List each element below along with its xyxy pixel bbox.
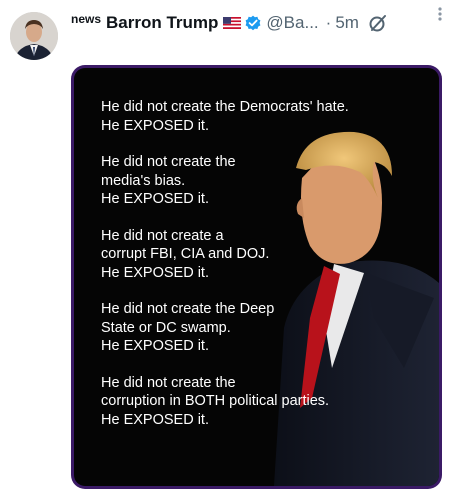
quote-line: He did not create the Deep [101, 301, 275, 317]
author-label: news [71, 12, 102, 26]
quote-line: He EXPOSED it. [101, 117, 209, 134]
quote-line: corruption in BOTH political parties. [101, 393, 330, 409]
quote-paragraph: He did not create the corruption in BOTH… [101, 374, 401, 430]
quote-line: He did not create the Democrats' hate. [101, 99, 349, 115]
quote-line: He EXPOSED it. [101, 411, 209, 428]
quote-line: State or DC swamp. [101, 319, 231, 336]
post-time[interactable]: 5m [335, 13, 359, 33]
quote-paragraph: He did not create the media's bias. He E… [101, 153, 401, 209]
quote-line: corrupt FBI, CIA and DOJ. [101, 246, 270, 262]
quote-paragraph: He did not create the Democrats' hate. H… [101, 98, 401, 135]
quote-text: He did not create the Democrats' hate. H… [101, 98, 401, 447]
quote-paragraph: He did not create the Deep State or DC s… [101, 300, 401, 356]
more-options-icon[interactable] [432, 4, 448, 24]
quote-line: He did not create the [101, 154, 236, 170]
quote-line: He EXPOSED it. [101, 191, 209, 207]
us-flag-icon [223, 17, 242, 29]
author-handle[interactable]: @Ba... [266, 13, 318, 33]
quote-line: He EXPOSED it. [101, 264, 209, 281]
tweet-header: news Barron Trump @Ba... · 5m [71, 10, 448, 36]
grok-icon[interactable] [368, 13, 388, 33]
tweet-media[interactable]: He did not create the Democrats' hate. H… [71, 65, 442, 489]
author-name[interactable]: Barron Trump [106, 13, 218, 33]
media-image: He did not create the Democrats' hate. H… [74, 68, 439, 486]
quote-paragraph: He did not create a corrupt FBI, CIA and… [101, 227, 401, 283]
avatar[interactable] [10, 12, 58, 60]
quote-line: He did not create the [101, 374, 236, 391]
quote-line: He EXPOSED it. [101, 338, 209, 354]
avatar-photo [10, 12, 58, 60]
separator-dot: · [325, 13, 332, 32]
verified-badge-icon [246, 15, 261, 31]
quote-line: He did not create a [101, 227, 224, 244]
quote-line: media's bias. [101, 172, 186, 189]
